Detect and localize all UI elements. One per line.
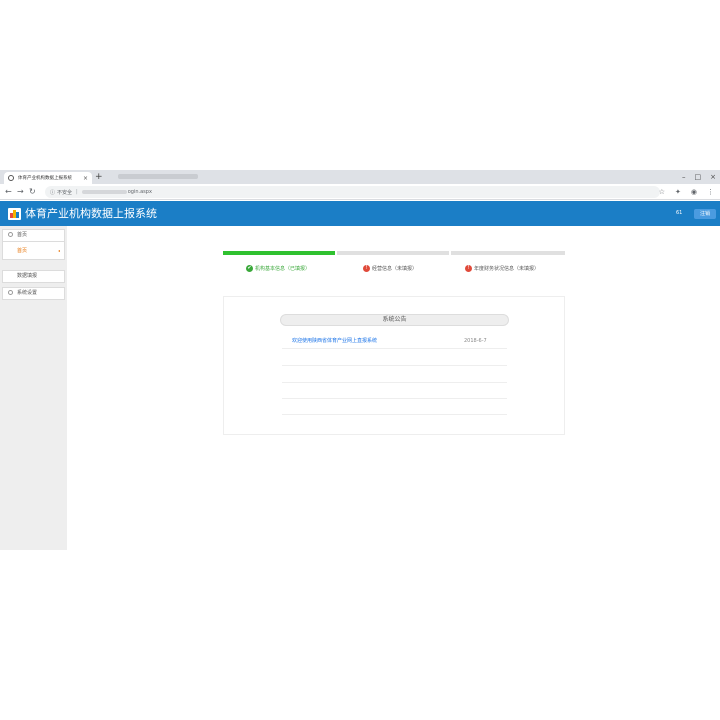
circle-icon bbox=[8, 290, 13, 295]
address-url: ogin.aspx bbox=[127, 189, 152, 195]
step-basic-info[interactable]: ✔ 机构基本信息（已填报） bbox=[246, 265, 310, 272]
sidebar-item-label: 首页 bbox=[17, 232, 28, 238]
circle-icon bbox=[8, 273, 13, 278]
active-arrow-icon: ◂ bbox=[57, 248, 60, 253]
browser-window: 体育产业机构数据上报系统 × + – □ × ← → ↻ ⓘ 不安全 | ogi… bbox=[0, 170, 720, 550]
progress-step-1-bar bbox=[223, 251, 335, 255]
notice-title: 系统公告 bbox=[280, 314, 509, 326]
sidebar-item-data-entry[interactable]: 数据填报 bbox=[2, 270, 65, 283]
step-business-info[interactable]: ! 经营信息（未填报） bbox=[363, 265, 417, 272]
sidebar-subitem-home[interactable]: 首页 ◂ bbox=[2, 242, 65, 260]
maximize-icon[interactable]: □ bbox=[695, 171, 702, 183]
blurred-tab[interactable] bbox=[118, 174, 198, 179]
warning-icon: ⓘ bbox=[50, 189, 56, 196]
sidebar: 首页 首页 ◂ 数据填报 系统设置 bbox=[0, 226, 67, 550]
app-title: 体育产业机构数据上报系统 bbox=[25, 207, 157, 220]
user-count: 61 bbox=[676, 210, 683, 216]
logout-button[interactable]: 注销 bbox=[694, 209, 716, 219]
browser-toolbar: ← → ↻ ⓘ 不安全 | ogin.aspx ☆ ✦ ◉ ⋮ bbox=[0, 184, 720, 200]
back-icon[interactable]: ← bbox=[5, 186, 12, 198]
sidebar-item-label: 系统设置 bbox=[17, 290, 38, 296]
notice-row-empty bbox=[282, 383, 507, 399]
alert-icon: ! bbox=[363, 265, 370, 272]
close-tab-icon[interactable]: × bbox=[83, 175, 88, 182]
notice-row[interactable]: 欢迎使用陕西省体育产业网上直报系统 2018-6-7 bbox=[282, 333, 507, 349]
tab-strip: 体育产业机构数据上报系统 × + – □ × bbox=[0, 170, 720, 184]
check-icon: ✔ bbox=[246, 265, 253, 272]
forward-icon[interactable]: → bbox=[17, 186, 24, 198]
notice-date: 2018-6-7 bbox=[464, 338, 487, 344]
notice-row-empty bbox=[282, 367, 507, 383]
minimize-icon[interactable]: – bbox=[682, 171, 686, 183]
new-tab-button[interactable]: + bbox=[95, 171, 103, 183]
app-header: 体育产业机构数据上报系统 61 注销 bbox=[0, 201, 720, 226]
main-content: ✔ 机构基本信息（已填报） ! 经营信息（未填报） ! 年度财务状况信息（未填报… bbox=[67, 226, 720, 550]
notice-panel: 系统公告 欢迎使用陕西省体育产业网上直报系统 2018-6-7 bbox=[223, 296, 565, 435]
step-label: 经营信息（未填报） bbox=[372, 266, 418, 272]
sidebar-item-settings[interactable]: 系统设置 bbox=[2, 287, 65, 300]
window-controls: – □ × bbox=[682, 171, 716, 183]
globe-icon bbox=[8, 175, 14, 181]
security-label: 不安全 bbox=[57, 189, 73, 196]
step-label: 机构基本信息（已填报） bbox=[255, 266, 311, 272]
blurred-host bbox=[81, 190, 127, 194]
browser-tab[interactable]: 体育产业机构数据上报系统 × bbox=[4, 172, 92, 184]
notice-row-empty bbox=[282, 399, 507, 415]
address-separator: | bbox=[76, 189, 78, 195]
menu-icon[interactable]: ⋮ bbox=[707, 186, 714, 198]
logo-icon bbox=[8, 208, 21, 220]
progress-step-2-bar bbox=[337, 251, 449, 255]
alert-icon: ! bbox=[465, 265, 472, 272]
profile-icon[interactable]: ◉ bbox=[691, 186, 697, 198]
circle-icon bbox=[8, 232, 13, 237]
close-window-icon[interactable]: × bbox=[710, 171, 716, 183]
toolbar-icons: ☆ ✦ ◉ ⋮ bbox=[659, 186, 714, 198]
address-bar[interactable]: ⓘ 不安全 | ogin.aspx bbox=[45, 186, 660, 198]
sidebar-subitem-label: 首页 bbox=[17, 248, 28, 254]
star-icon[interactable]: ☆ bbox=[659, 186, 665, 198]
notice-link[interactable]: 欢迎使用陕西省体育产业网上直报系统 bbox=[292, 333, 377, 349]
extensions-icon[interactable]: ✦ bbox=[675, 186, 681, 198]
sidebar-item-home[interactable]: 首页 bbox=[2, 229, 65, 242]
progress-step-3-bar bbox=[451, 251, 565, 255]
reload-icon[interactable]: ↻ bbox=[29, 186, 36, 198]
step-financial-info[interactable]: ! 年度财务状况信息（未填报） bbox=[465, 265, 539, 272]
sidebar-item-label: 数据填报 bbox=[17, 273, 38, 279]
step-label: 年度财务状况信息（未填报） bbox=[474, 266, 540, 272]
tab-title: 体育产业机构数据上报系统 bbox=[18, 176, 72, 181]
notice-row-empty bbox=[282, 350, 507, 366]
